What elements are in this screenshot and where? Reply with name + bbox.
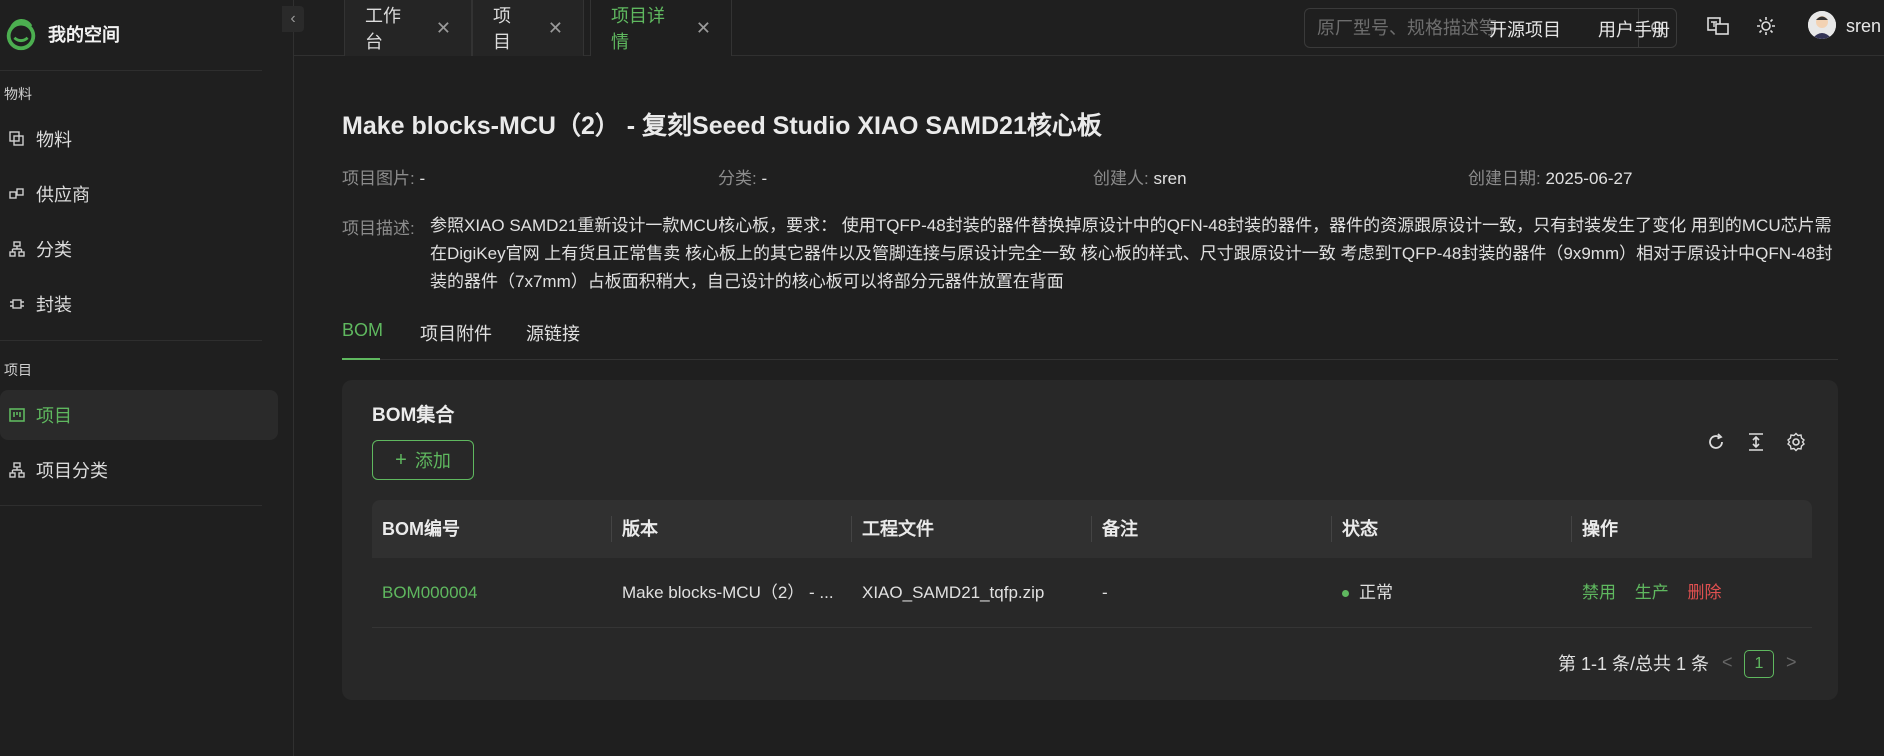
- bom-version: Make blocks-MCU（2） - ...: [622, 583, 834, 602]
- sidebar-item-packages[interactable]: 封装: [0, 279, 278, 329]
- meta-category: 分类: -: [718, 164, 767, 189]
- app-root: 我的空间 ‹ 物料 物料 供应商 分类 封装 项目 项目 项目分类 工作台 ✕ …: [0, 0, 1884, 756]
- meta-creator: 创建人: sren: [1093, 164, 1187, 189]
- status-dot-icon: [1342, 590, 1349, 598]
- subtab-attachments[interactable]: 项目附件: [420, 320, 492, 360]
- divider: [0, 505, 262, 506]
- project-icon: [8, 406, 26, 424]
- meta-value: sren: [1153, 169, 1187, 188]
- tab-label: 工作台: [365, 6, 401, 52]
- description-label: 项目描述:: [342, 219, 415, 238]
- column-header[interactable]: BOM编号: [372, 500, 460, 558]
- pagination-total: 第 1-1 条/总共 1 条: [1558, 654, 1710, 674]
- language-icon[interactable]: [1706, 14, 1730, 38]
- sidebar-item-project-categories[interactable]: 项目分类: [0, 445, 278, 495]
- column-height-icon[interactable]: [1744, 430, 1768, 454]
- meta-value: -: [419, 169, 426, 188]
- tab-workbench[interactable]: 工作台 ✕: [344, 0, 472, 56]
- meta-label: 项目图片:: [342, 169, 415, 188]
- logo[interactable]: 我的空间: [0, 12, 120, 56]
- logo-text: 我的空间: [48, 25, 120, 45]
- group-label-projects: 项目: [4, 362, 32, 378]
- refresh-icon[interactable]: [1704, 430, 1728, 454]
- meta-value: -: [761, 169, 768, 188]
- sidebar-item-label: 供应商: [36, 185, 90, 205]
- group-label-materials: 物料: [4, 86, 32, 102]
- subtab-source-link[interactable]: 源链接: [526, 320, 580, 360]
- produce-button[interactable]: 生产: [1635, 583, 1669, 602]
- bom-note: -: [1102, 583, 1108, 602]
- avatar[interactable]: [1808, 11, 1836, 39]
- top-bar: 工作台 ✕ 项目 ✕ 项目详情 ✕ 开源项目 用户手册 sren: [294, 0, 1884, 56]
- divider: [0, 340, 262, 341]
- sidebar-item-label: 项目分类: [36, 461, 108, 481]
- add-label: 添加: [414, 451, 451, 471]
- sidebar-item-label: 分类: [36, 240, 72, 260]
- open-source-link[interactable]: 开源项目: [1489, 16, 1561, 42]
- meta-date: 创建日期: 2025-06-27: [1468, 164, 1632, 189]
- description-text: 参照XIAO SAMD21重新设计一款MCU核心板，要求： 使用TQFP-48封…: [430, 216, 1833, 291]
- tab-label: 项目: [493, 6, 511, 52]
- meta-label: 创建日期:: [1468, 169, 1541, 188]
- page-title: Make blocks-MCU（2） - 复刻Seeed Studio XIAO…: [342, 112, 1102, 140]
- meta-image: 项目图片: -: [342, 164, 425, 189]
- delete-button[interactable]: 删除: [1687, 583, 1721, 602]
- package-icon: [8, 295, 26, 313]
- page-1-button[interactable]: 1: [1744, 650, 1774, 678]
- prev-page-icon[interactable]: <: [1722, 652, 1733, 673]
- tab-projects[interactable]: 项目 ✕: [472, 0, 584, 56]
- main-content: Make blocks-MCU（2） - 复刻Seeed Studio XIAO…: [294, 56, 1884, 756]
- settings-icon[interactable]: [1784, 430, 1808, 454]
- bom-card-title: BOM集合: [372, 405, 455, 426]
- divider: [0, 70, 262, 71]
- column-header[interactable]: 版本: [612, 500, 658, 558]
- table-row: BOM000004 Make blocks-MCU（2） - ... XIAO_…: [372, 558, 1812, 628]
- meta-label: 分类:: [718, 169, 757, 188]
- bom-status: 正常: [1332, 558, 1562, 628]
- supplier-icon: [8, 185, 26, 203]
- copy-icon: [8, 130, 26, 148]
- sidebar-item-categories[interactable]: 分类: [0, 224, 278, 274]
- bom-card: BOM集合 + 添加 BOM编号 版本 工程文件 备注 状态 操作 BOM000…: [342, 380, 1838, 700]
- table-header: BOM编号 版本 工程文件 备注 状态 操作: [372, 500, 1812, 558]
- sidebar-item-label: 物料: [36, 130, 72, 150]
- tree-icon: [8, 461, 26, 479]
- tab-label: 项目详情: [611, 6, 665, 52]
- status-text: 正常: [1359, 583, 1393, 602]
- subtabs: BOM 项目附件 源链接: [342, 320, 1838, 360]
- username[interactable]: sren: [1846, 16, 1881, 37]
- logo-icon: [6, 19, 36, 51]
- column-header[interactable]: 工程文件: [852, 500, 934, 558]
- disable-button[interactable]: 禁用: [1582, 583, 1616, 602]
- sidebar-item-label: 项目: [36, 406, 72, 426]
- meta-value: 2025-06-27: [1545, 169, 1633, 188]
- subtab-bom[interactable]: BOM: [342, 320, 383, 360]
- search-input[interactable]: [1305, 9, 1638, 47]
- theme-toggle-icon[interactable]: [1754, 14, 1778, 38]
- user-manual-link[interactable]: 用户手册: [1598, 16, 1670, 42]
- sidebar-item-suppliers[interactable]: 供应商: [0, 169, 278, 219]
- sidebar-item-materials[interactable]: 物料: [0, 114, 278, 164]
- bom-file: XIAO_SAMD21_tqfp.zip: [862, 583, 1045, 602]
- close-icon[interactable]: ✕: [436, 18, 451, 39]
- bom-id-link[interactable]: BOM000004: [372, 558, 602, 628]
- sidebar: 我的空间 ‹ 物料 物料 供应商 分类 封装 项目 项目 项目分类: [0, 0, 304, 756]
- bom-actions: 禁用 生产 删除: [1572, 558, 1812, 628]
- sidebar-item-label: 封装: [36, 295, 72, 315]
- meta-label: 创建人:: [1093, 169, 1149, 188]
- column-header[interactable]: 状态: [1332, 500, 1378, 558]
- sidebar-item-projects[interactable]: 项目: [0, 390, 278, 440]
- close-icon[interactable]: ✕: [696, 18, 711, 39]
- column-header[interactable]: 备注: [1092, 500, 1138, 558]
- next-page-icon[interactable]: >: [1786, 652, 1797, 673]
- column-header[interactable]: 操作: [1572, 500, 1618, 558]
- tab-project-detail[interactable]: 项目详情 ✕: [590, 0, 732, 56]
- close-icon[interactable]: ✕: [548, 18, 563, 39]
- tree-icon: [8, 240, 26, 258]
- add-bom-button[interactable]: + 添加: [372, 440, 474, 480]
- bom-table: BOM编号 版本 工程文件 备注 状态 操作 BOM000004 Make bl…: [372, 500, 1812, 628]
- plus-icon: +: [395, 448, 407, 471]
